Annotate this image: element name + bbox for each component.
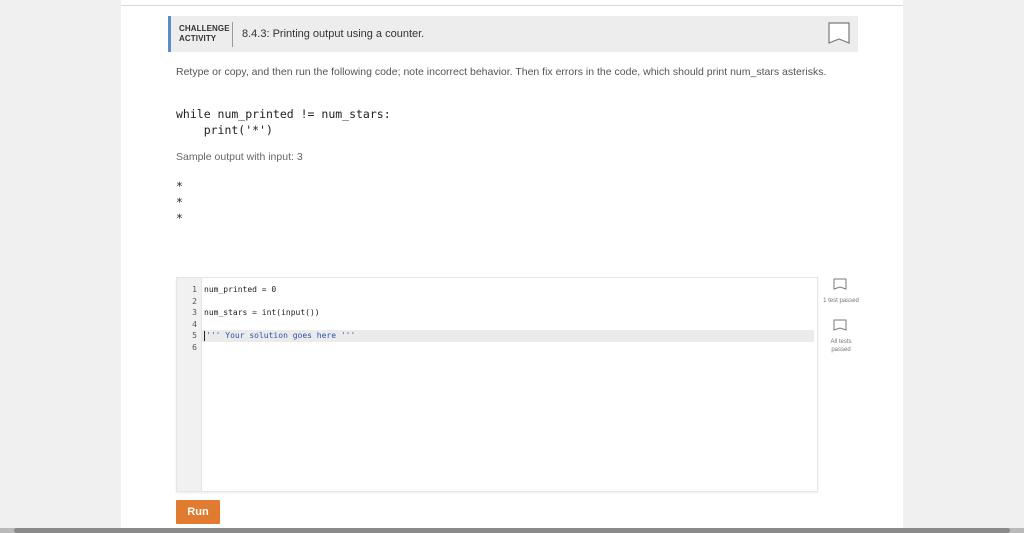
checkbox-icon [833,319,847,333]
line-number: 1 [192,285,197,294]
code-line-5-active[interactable]: ''' Your solution goes here ''' [202,330,814,342]
test-1-status: 1 test passed [823,298,859,304]
line-number: 5 [192,331,197,340]
line-number-gutter: 1 2 3 4 5 6 [177,278,202,491]
test-2-status: All tests passed [830,339,852,353]
activity-title: 8.4.3: Printing output using a counter. [242,28,425,40]
code-line-6[interactable] [204,342,814,354]
line-number: 2 [192,296,197,306]
sample-output-block: * * * [176,178,183,226]
activity-accent-bar [168,16,171,52]
code-line-1[interactable]: num_printed = 0 [204,284,814,296]
code-line-3[interactable]: num_stars = int(input()) [204,307,814,319]
line-number: 3 [192,308,197,317]
activity-type-line-2: ACTIVITY [179,34,217,43]
code-editor[interactable]: 1 2 3 4 5 6 num_printed = 0 num_stars = … [176,277,818,492]
activity-header: CHALLENGE ACTIVITY 8.4.3: Printing outpu… [168,16,858,52]
header-divider [232,22,233,47]
sample-code-line: while num_printed != num_stars: [176,107,391,121]
sample-output-line: * [176,195,183,209]
challenge-activity: CHALLENGE ACTIVITY 8.4.3: Printing outpu… [168,16,859,532]
sample-code-block: while num_printed != num_stars: print('*… [176,106,391,138]
page: CHALLENGE ACTIVITY 8.4.3: Printing outpu… [121,0,903,533]
sample-output-label: Sample output with input: 3 [176,151,303,163]
horizontal-scrollbar[interactable] [14,528,1010,533]
instructions-text: Retype or copy, and then run the followi… [176,66,827,78]
sample-output-line: * [176,211,183,225]
text-cursor [204,330,205,341]
activity-type-line-1: CHALLENGE [179,24,230,33]
line-number: 4 [192,319,197,329]
top-divider [121,0,903,6]
sample-code-line: print('*') [176,123,273,137]
activity-type-label: CHALLENGE ACTIVITY [179,24,235,44]
run-button[interactable]: Run [176,500,220,524]
sample-output-line: * [176,179,183,193]
code-line-4[interactable] [204,319,814,331]
line-number: 6 [192,342,197,352]
solution-placeholder-comment: ''' Your solution goes here ''' [206,331,356,340]
code-line-2[interactable] [204,296,814,308]
checkbox-icon [833,278,847,292]
bookmark-icon[interactable] [828,22,850,46]
